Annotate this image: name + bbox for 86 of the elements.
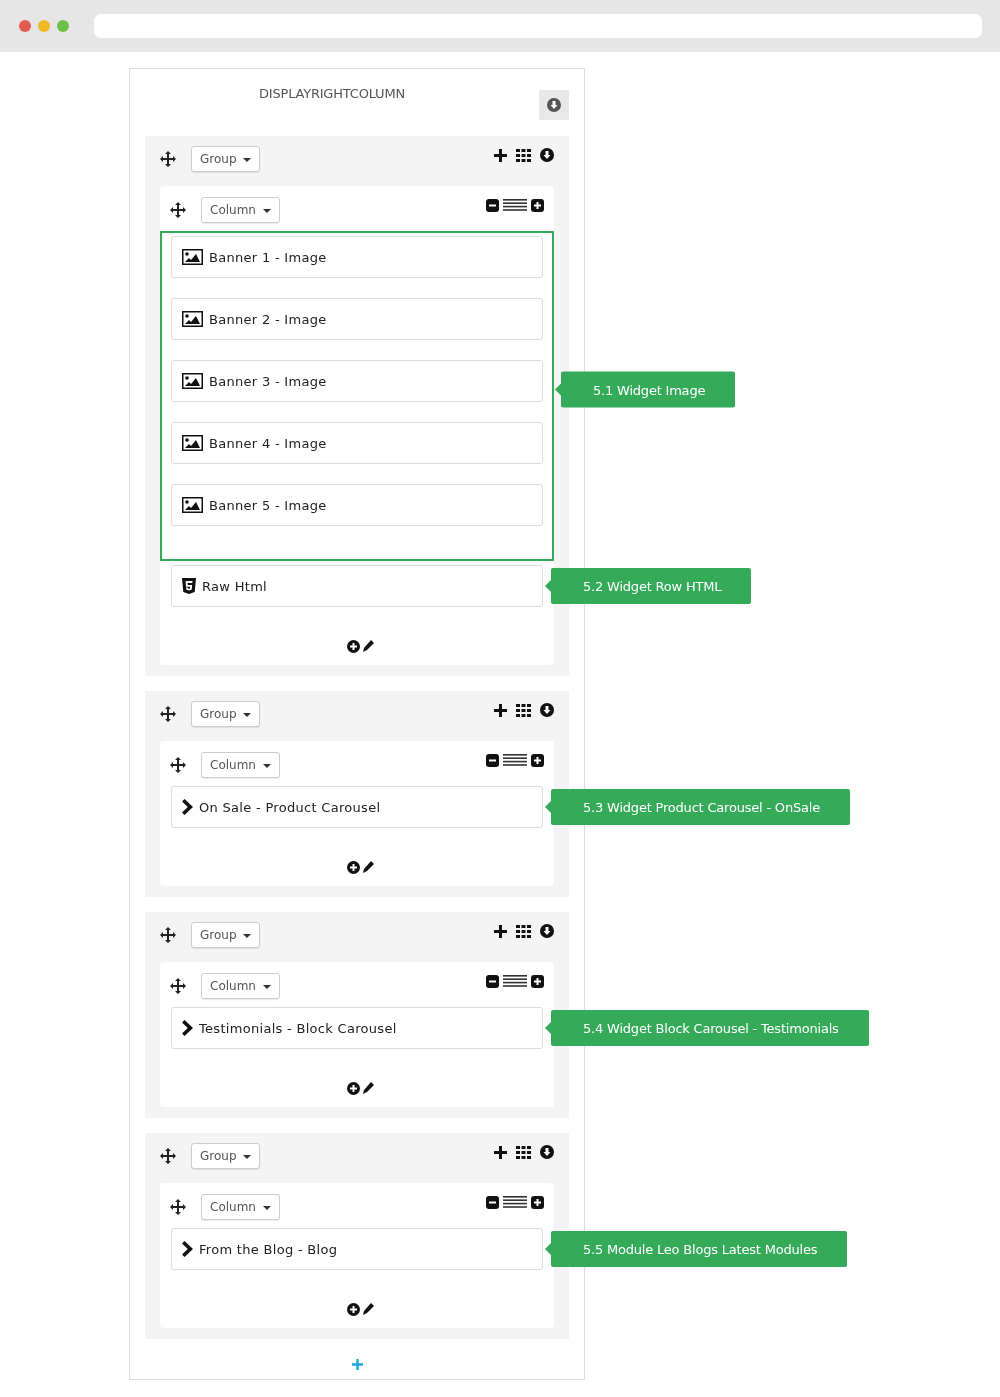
chevron-right-icon: [182, 1020, 193, 1036]
widget-label: Banner 4 - Image: [209, 435, 327, 451]
move-icon[interactable]: [160, 1148, 176, 1164]
minimize-window-dot[interactable]: [38, 20, 50, 32]
pencil-icon[interactable]: [361, 1082, 374, 1094]
group-dropdown[interactable]: Group: [191, 146, 261, 172]
callout-label: 5.4 Widget Block Carousel - Testimonials: [545, 1010, 869, 1046]
minus-square-icon[interactable]: [486, 1195, 499, 1209]
column-dropdown[interactable]: Column: [201, 1194, 280, 1220]
chevron-right-icon: [182, 799, 193, 815]
move-icon[interactable]: [160, 706, 176, 722]
pencil-icon[interactable]: [361, 1303, 374, 1315]
plus-square-icon[interactable]: [531, 974, 544, 988]
group-dropdown[interactable]: Group: [191, 701, 261, 727]
plus-square-icon[interactable]: [531, 1195, 544, 1209]
minus-square-icon[interactable]: [486, 198, 499, 212]
move-icon[interactable]: [170, 202, 186, 218]
move-icon[interactable]: [170, 1199, 186, 1215]
widget-item[interactable]: Banner 2 - Image: [171, 298, 543, 340]
move-icon[interactable]: [170, 978, 186, 994]
grid-icon[interactable]: [516, 703, 531, 717]
maximize-window-dot[interactable]: [57, 20, 69, 32]
chevron-right-icon: [182, 1241, 193, 1257]
lines-icon[interactable]: [503, 975, 527, 987]
lines-icon[interactable]: [503, 199, 527, 211]
widget-label: Raw Html: [202, 578, 268, 594]
arrow-down-circle-icon[interactable]: [540, 703, 554, 717]
close-window-dot[interactable]: [19, 20, 31, 32]
position-title: DISPLAYRIGHTCOLUMN: [259, 86, 406, 101]
widget-label: Banner 3 - Image: [209, 373, 327, 389]
arrow-down-circle-icon[interactable]: [540, 1145, 554, 1159]
plus-icon[interactable]: [494, 1145, 507, 1159]
group-dropdown[interactable]: Group: [191, 922, 261, 948]
widget-label: Banner 1 - Image: [209, 249, 327, 265]
minus-square-icon[interactable]: [486, 974, 499, 988]
lines-icon[interactable]: [503, 1196, 527, 1208]
plus-circle-icon[interactable]: [346, 1082, 360, 1095]
image-icon: [182, 497, 203, 513]
lines-icon[interactable]: [503, 754, 527, 766]
callout-label: 5.2 Widget Row HTML: [545, 568, 752, 604]
image-icon: [182, 249, 203, 265]
arrow-down-circle-icon[interactable]: [540, 924, 554, 938]
widget-label: On Sale - Product Carousel: [199, 799, 381, 815]
grid-icon[interactable]: [516, 148, 531, 162]
plus-square-icon[interactable]: [531, 198, 544, 212]
grid-icon[interactable]: [516, 924, 531, 938]
image-icon: [182, 373, 203, 389]
arrow-down-circle-icon[interactable]: [540, 148, 554, 162]
plus-icon[interactable]: [494, 703, 507, 717]
widget-item[interactable]: From the Blog - Blog: [171, 1228, 543, 1270]
html5-icon: [182, 578, 196, 594]
group-dropdown[interactable]: Group: [191, 1143, 261, 1169]
callout-label: 5.5 Module Leo Blogs Latest Modules: [545, 1231, 848, 1267]
plus-circle-icon[interactable]: [346, 640, 360, 653]
column-dropdown[interactable]: Column: [201, 197, 280, 223]
move-icon[interactable]: [160, 151, 176, 167]
widget-item[interactable]: Banner 3 - Image: [171, 360, 543, 402]
widget-item[interactable]: Raw Html: [171, 565, 543, 607]
plus-circle-icon[interactable]: [346, 1303, 360, 1316]
pencil-icon[interactable]: [361, 640, 374, 652]
widget-label: Banner 2 - Image: [209, 311, 327, 327]
column-dropdown[interactable]: Column: [201, 973, 280, 999]
widget-item[interactable]: Banner 1 - Image: [171, 236, 543, 278]
arrow-down-circle-icon: [547, 98, 561, 112]
plus-icon[interactable]: [494, 148, 507, 162]
plus-square-icon[interactable]: [531, 753, 544, 767]
widget-item[interactable]: Banner 4 - Image: [171, 422, 543, 464]
callout-label: 5.3 Widget Product Carousel - OnSale: [545, 789, 850, 825]
collapse-button[interactable]: [539, 90, 569, 120]
image-icon: [182, 311, 203, 327]
move-icon[interactable]: [170, 757, 186, 773]
plus-icon[interactable]: [494, 924, 507, 938]
pencil-icon[interactable]: [361, 861, 374, 873]
image-icon: [182, 435, 203, 451]
widget-label: Testimonials - Block Carousel: [199, 1020, 397, 1036]
widget-item[interactable]: Testimonials - Block Carousel: [171, 1007, 543, 1049]
widget-item[interactable]: On Sale - Product Carousel: [171, 786, 543, 828]
grid-icon[interactable]: [516, 1145, 531, 1159]
column-dropdown[interactable]: Column: [201, 752, 280, 778]
minus-square-icon[interactable]: [486, 753, 499, 767]
widget-label: Banner 5 - Image: [209, 497, 327, 513]
widget-item[interactable]: Banner 5 - Image: [171, 484, 543, 526]
plus-circle-icon[interactable]: [346, 861, 360, 874]
widget-label: From the Blog - Blog: [199, 1241, 338, 1257]
move-icon[interactable]: [160, 927, 176, 943]
callout-label: 5.1 Widget Image: [555, 371, 736, 408]
